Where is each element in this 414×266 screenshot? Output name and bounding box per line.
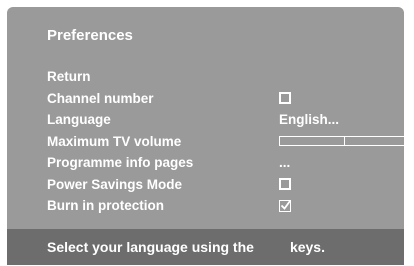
menu-item-label: Power Savings Mode — [47, 176, 183, 192]
volume-level-marker — [280, 137, 345, 146]
programme-info-value: ... — [279, 155, 291, 170]
checkbox-checked-icon[interactable] — [279, 199, 291, 212]
menu-item-channel-number[interactable]: Channel number — [47, 88, 404, 110]
menu-item-burn-in-protection[interactable]: Burn in protection — [47, 195, 404, 217]
volume-bar[interactable] — [279, 136, 404, 147]
burn-in-value — [279, 195, 291, 217]
menu-item-language[interactable]: Language English... — [47, 109, 404, 131]
help-text-before: Select your language using the — [47, 239, 254, 255]
checkmark-icon — [280, 200, 291, 210]
checkbox-empty-icon[interactable] — [279, 178, 291, 191]
menu-item-label: Channel number — [47, 90, 154, 106]
menu-item-label: Programme info pages — [47, 155, 194, 170]
menu-item-label: Maximum TV volume — [47, 133, 182, 149]
power-savings-value — [279, 174, 291, 196]
menu-item-programme-info-pages[interactable]: Programme info pages ... — [47, 152, 404, 174]
menu-item-return[interactable]: Return — [47, 66, 404, 88]
channel-number-value — [279, 88, 291, 110]
menu-list: Return Channel number Language English..… — [47, 66, 404, 217]
help-text: Select your language using the keys. — [47, 229, 325, 265]
menu-item-label: Language — [47, 112, 111, 127]
menu-title: Preferences — [47, 27, 133, 44]
menu-item-power-savings-mode[interactable]: Power Savings Mode — [47, 174, 404, 196]
help-text-after: keys. — [289, 239, 325, 255]
checkbox-empty-icon[interactable] — [279, 92, 291, 105]
menu-item-label: Return — [47, 69, 91, 84]
max-volume-value — [279, 131, 404, 153]
menu-item-max-tv-volume[interactable]: Maximum TV volume — [47, 131, 404, 153]
language-value: English... — [279, 112, 340, 127]
menu-item-label: Burn in protection — [47, 198, 164, 213]
help-footer: Select your language using the keys. — [7, 229, 404, 265]
preferences-menu: Preferences Return Channel number Langua… — [7, 7, 404, 265]
